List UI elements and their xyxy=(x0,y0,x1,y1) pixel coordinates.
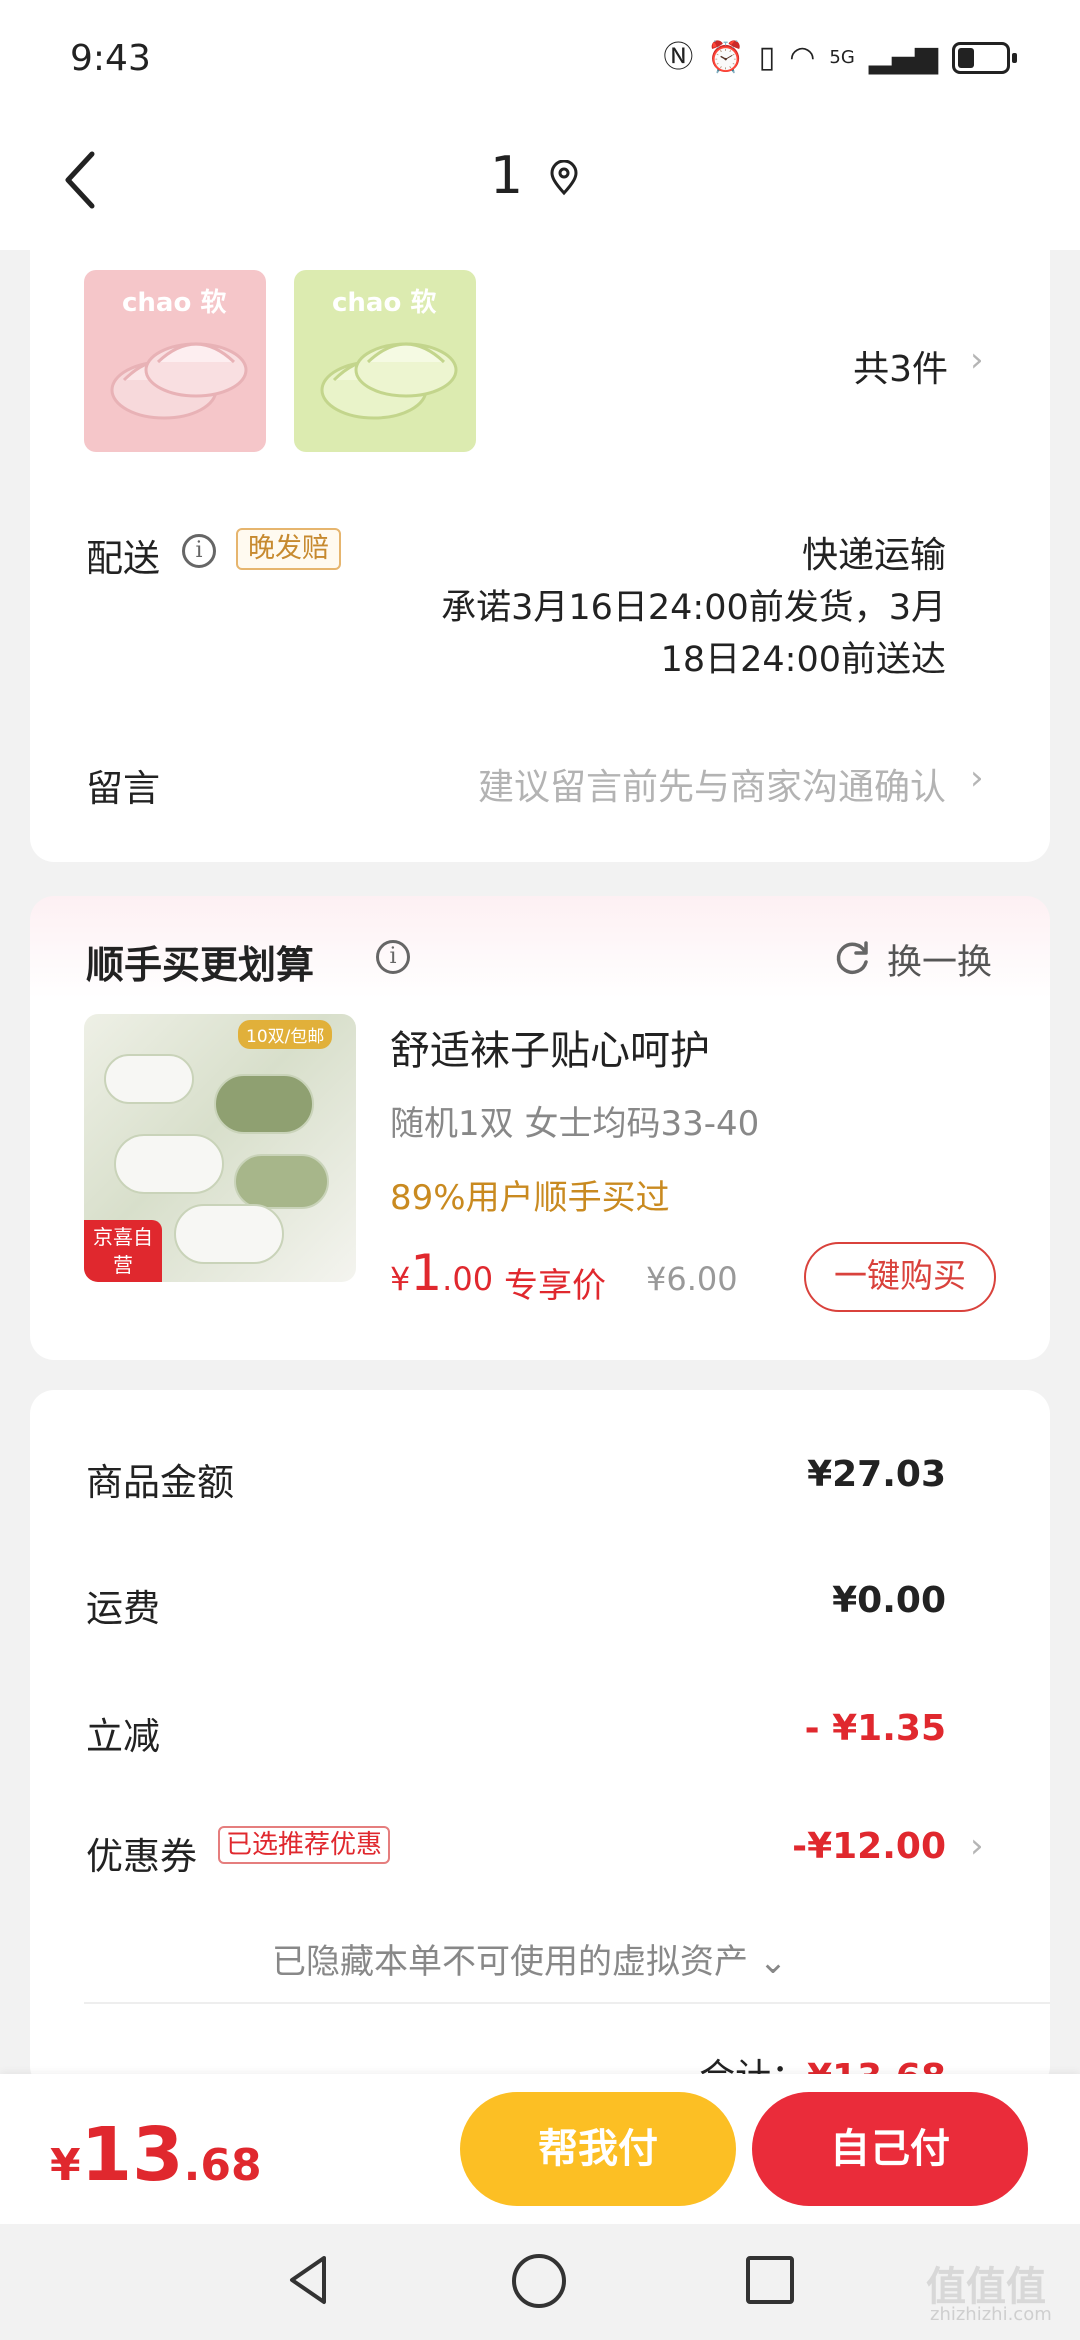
sock-shape xyxy=(174,1204,284,1264)
location-icon[interactable] xyxy=(548,160,580,196)
help-pay-button[interactable]: 帮我付 xyxy=(460,2092,736,2206)
upsell-product-name[interactable]: 舒适袜子贴心呵护 xyxy=(390,1018,710,1076)
nav-home-icon[interactable] xyxy=(512,2254,566,2308)
info-icon[interactable]: i xyxy=(376,940,410,974)
socks-image[interactable]: 10双/包邮 京喜自营 包邮 xyxy=(84,1014,356,1282)
vibrate-icon: ▯ xyxy=(758,40,776,75)
message-label: 留言 xyxy=(86,767,160,810)
jx-badge: 京喜自营 包邮 xyxy=(84,1220,162,1282)
summary-value: ¥0.00 xyxy=(832,1580,946,1621)
delivery-method[interactable]: 快递运输 xyxy=(802,526,946,578)
delivery-label: 配送 xyxy=(86,537,160,580)
page-title: 1 xyxy=(490,146,524,206)
promise-line-2: 18日24:00前送达 xyxy=(660,640,946,680)
item-count[interactable]: 共3件 xyxy=(853,340,948,392)
promise-line-1: 承诺3月16日24:00前发货，3月 xyxy=(441,588,946,628)
top-nav xyxy=(0,120,1080,250)
sock-shape xyxy=(104,1054,194,1104)
summary-value: - ¥1.35 xyxy=(804,1708,946,1749)
chevron-right-icon[interactable]: › xyxy=(970,340,984,380)
sock-shape xyxy=(234,1154,329,1209)
total-currency: ¥ xyxy=(50,2140,81,2191)
hidden-assets-toggle[interactable]: 已隐藏本单不可使用的虚拟资产 ⌄ xyxy=(272,1934,787,1983)
summary-label: 商品金额 xyxy=(86,1461,234,1504)
upsell-title: 顺手买更划算 xyxy=(86,943,315,987)
price-currency: ¥ xyxy=(390,1260,411,1298)
total-dec: .68 xyxy=(183,2140,262,2191)
alarm-icon: ⏰ xyxy=(707,40,745,75)
original-price: ¥6.00 xyxy=(646,1260,738,1298)
thumb-brand: chao 软 xyxy=(122,288,227,318)
refresh-button[interactable]: 换一换 xyxy=(887,934,992,985)
message-input[interactable]: 建议留言前先与商家沟通确认 xyxy=(478,758,946,810)
total-price: ¥13.68 xyxy=(50,2112,262,2198)
chevron-right-icon[interactable]: › xyxy=(970,1826,984,1866)
status-icons: Ⓝ ⏰ ▯ ◠ 5G ▂▄▆ xyxy=(663,40,1017,76)
summary-label: 运费 xyxy=(86,1587,160,1630)
coupon-tag: 已选推荐优惠 xyxy=(218,1826,391,1864)
late-compensation-tag: 晚发赔 xyxy=(236,528,341,570)
battery-icon xyxy=(952,42,1017,74)
self-pay-button[interactable]: 自己付 xyxy=(752,2092,1028,2206)
nav-recents-icon[interactable] xyxy=(746,2256,794,2304)
exclusive-label: 专享价 xyxy=(504,1266,606,1306)
total-int: 13 xyxy=(80,2112,184,2198)
product-thumb-green[interactable]: chao 软 xyxy=(294,270,476,452)
badge-line-2: 包邮 xyxy=(84,1279,162,1282)
refresh-icon[interactable] xyxy=(832,938,872,978)
upsell-spec: 随机1双 女士均码33-40 xyxy=(390,1104,760,1144)
image-top-badge: 10双/包邮 xyxy=(238,1020,333,1049)
watermark-sub: zhizhizhi.com xyxy=(930,2304,1052,2325)
coupon-value[interactable]: -¥12.00 xyxy=(792,1826,946,1867)
summary-label: 立减 xyxy=(86,1715,160,1758)
wifi-icon: ◠ xyxy=(789,40,816,75)
status-time: 9:43 xyxy=(70,38,151,79)
status-bar: 9:43 Ⓝ ⏰ ▯ ◠ 5G ▂▄▆ xyxy=(0,0,1080,120)
nfc-icon: Ⓝ xyxy=(663,40,694,75)
nav-back-icon[interactable] xyxy=(284,2252,332,2308)
delivery-promise: 承诺3月16日24:00前发货，3月 18日24:00前送达 xyxy=(326,582,946,686)
price-int: 1 xyxy=(410,1244,443,1302)
chevron-right-icon[interactable]: › xyxy=(970,758,984,798)
network-type: 5G xyxy=(829,47,855,68)
summary-value: ¥27.03 xyxy=(807,1454,946,1495)
upsell-price: ¥1.00 xyxy=(390,1244,493,1302)
back-icon[interactable] xyxy=(62,150,98,210)
divider xyxy=(84,2002,1050,2004)
info-icon[interactable]: i xyxy=(182,534,216,568)
price-dec: .00 xyxy=(442,1260,494,1298)
sock-shape xyxy=(114,1134,224,1194)
thumb-brand: chao 软 xyxy=(332,288,437,318)
product-thumb-pink[interactable]: chao 软 xyxy=(84,270,266,452)
upsell-social-proof: 89%用户顺手买过 xyxy=(390,1178,670,1218)
badge-line-1: 京喜自营 xyxy=(93,1225,153,1277)
one-click-buy-button[interactable]: 一键购买 xyxy=(804,1242,996,1312)
sock-shape xyxy=(214,1074,314,1134)
signal-icon: ▂▄▆ xyxy=(868,40,938,75)
summary-label: 优惠券 xyxy=(86,1835,197,1878)
